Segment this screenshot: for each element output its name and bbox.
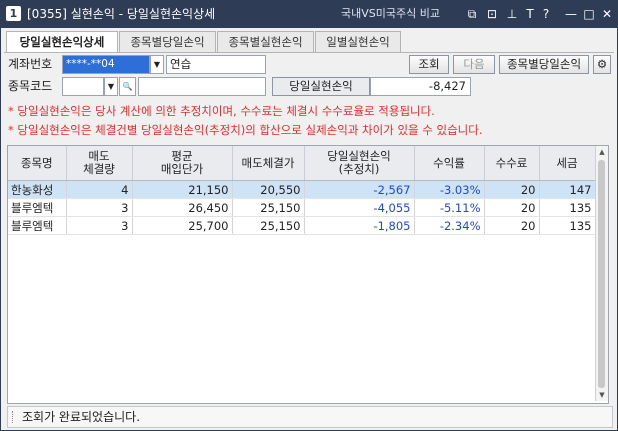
window-title: [0355] 실현손익 - 당일실현손익상세 bbox=[27, 7, 216, 21]
scroll-up-icon[interactable]: ▲ bbox=[596, 146, 608, 158]
grip-icon bbox=[12, 411, 16, 423]
stock-code-input[interactable] bbox=[62, 77, 104, 96]
col-header-sell-price[interactable]: 매도체결가 bbox=[232, 146, 305, 181]
tab-daily-realized-pl[interactable]: 일별실현손익 bbox=[315, 31, 401, 52]
next-button[interactable]: 다음 bbox=[453, 55, 495, 74]
vertical-scrollbar[interactable]: ▲ ▼ bbox=[595, 146, 608, 401]
compare-label[interactable]: 국내VS미국주식 비교 bbox=[341, 6, 440, 22]
table-row[interactable]: 블루엠텍 3 26,450 25,150 -4,055 -5.11% 20 13… bbox=[8, 198, 596, 217]
cell-item: 블루엠텍 bbox=[8, 198, 67, 217]
cell-return: -5.11% bbox=[414, 198, 485, 217]
status-text: 조회가 완료되었습니다. bbox=[22, 410, 141, 424]
search-icon[interactable]: 🔍 bbox=[119, 77, 136, 96]
window-number-badge: 1 bbox=[6, 6, 21, 21]
scroll-down-icon[interactable]: ▼ bbox=[596, 389, 608, 401]
cell-tax: 135 bbox=[539, 216, 596, 235]
content-panel: 계좌번호 ****-**04 ▼ 연습 조회 다음 종목별당일손익 ⚙ 종목코드… bbox=[4, 52, 614, 429]
realized-pl-grid[interactable]: 종목명 매도 체결량 평균 매입단가 매도체결가 당일실현손익 (추정치) 수익률 수… bbox=[7, 145, 609, 404]
table-row[interactable]: 한농화성 4 21,150 20,550 -2,567 -3.03% 20 14… bbox=[8, 180, 596, 199]
status-bar: 조회가 완료되었습니다. bbox=[7, 406, 613, 428]
col-header-realized-pl[interactable]: 당일실현손익 (추정치) bbox=[304, 146, 415, 181]
cell-fee: 20 bbox=[484, 198, 540, 217]
cell-realized-pl: -2,567 bbox=[304, 180, 415, 199]
cell-sell-price: 20,550 bbox=[232, 180, 305, 199]
font-size-icon[interactable]: T bbox=[522, 6, 538, 22]
cell-fee: 20 bbox=[484, 216, 540, 235]
daily-realized-pl-label: 당일실현손익 bbox=[272, 77, 370, 96]
cell-avg-price: 26,450 bbox=[132, 198, 233, 217]
cell-sell-qty: 3 bbox=[66, 216, 133, 235]
close-icon[interactable]: ✕ bbox=[599, 6, 615, 22]
realized-pl-table: 종목명 매도 체결량 평균 매입단가 매도체결가 당일실현손익 (추정치) 수익률 수… bbox=[8, 146, 596, 235]
col-header-sell-qty[interactable]: 매도 체결량 bbox=[66, 146, 133, 181]
table-header-row: 종목명 매도 체결량 평균 매입단가 매도체결가 당일실현손익 (추정치) 수익률 수… bbox=[8, 146, 596, 181]
col-header-avg-price[interactable]: 평균 매입단가 bbox=[132, 146, 233, 181]
daily-realized-pl-value: -8,427 bbox=[370, 77, 471, 96]
account-number-field[interactable]: ****-**04 bbox=[62, 55, 150, 74]
col-header-fee[interactable]: 수수료 bbox=[484, 146, 540, 181]
account-label: 계좌번호 bbox=[8, 57, 53, 71]
main-window: 1 [0355] 실현손익 - 당일실현손익상세 국내VS미국주식 비교 ⧉ ⊡… bbox=[0, 0, 618, 431]
cell-return: -3.03% bbox=[414, 180, 485, 199]
cell-tax: 147 bbox=[539, 180, 596, 199]
help-icon[interactable]: ? bbox=[538, 6, 554, 22]
code-label: 종목코드 bbox=[8, 79, 53, 93]
cell-sell-price: 25,150 bbox=[232, 198, 305, 217]
account-name-field: 연습 bbox=[166, 55, 266, 74]
query-button[interactable]: 조회 bbox=[409, 55, 449, 74]
title-bar[interactable]: 1 [0355] 실현손익 - 당일실현손익상세 국내VS미국주식 비교 ⧉ ⊡… bbox=[1, 1, 617, 28]
cell-realized-pl: -4,055 bbox=[304, 198, 415, 217]
notice-line-2: * 당일실현손익은 체결건별 당일실현손익(추정치)의 합산으로 실제손익과 차… bbox=[8, 123, 483, 137]
code-dropdown-chevron-down-icon[interactable]: ▼ bbox=[104, 77, 118, 96]
cell-sell-price: 25,150 bbox=[232, 216, 305, 235]
cell-item: 블루엠텍 bbox=[8, 216, 67, 235]
link-icon[interactable]: ⧉ bbox=[464, 6, 480, 22]
stock-name-field bbox=[138, 77, 266, 96]
tab-item-realized-pl[interactable]: 종목별실현손익 bbox=[217, 31, 314, 52]
col-header-item[interactable]: 종목명 bbox=[8, 146, 67, 181]
scrollbar-thumb[interactable] bbox=[598, 160, 605, 388]
account-dropdown-chevron-down-icon[interactable]: ▼ bbox=[150, 55, 164, 74]
cell-realized-pl: -1,805 bbox=[304, 216, 415, 235]
cell-sell-qty: 4 bbox=[66, 180, 133, 199]
col-header-tax[interactable]: 세금 bbox=[539, 146, 596, 181]
tab-item-daily-pl[interactable]: 종목별당일손익 bbox=[119, 31, 216, 52]
col-header-return[interactable]: 수익률 bbox=[414, 146, 485, 181]
settings-gear-icon[interactable]: ⚙ bbox=[593, 55, 611, 74]
cell-return: -2.34% bbox=[414, 216, 485, 235]
notice-line-1: * 당일실현손익은 당사 계산에 의한 추정치이며, 수수료는 체결시 수수료율… bbox=[8, 104, 435, 118]
pin-icon[interactable]: ⊥ bbox=[504, 6, 520, 22]
cell-item: 한농화성 bbox=[8, 180, 67, 199]
table-row[interactable]: 블루엠텍 3 25,700 25,150 -1,805 -2.34% 20 13… bbox=[8, 216, 596, 235]
tab-daily-realized-detail[interactable]: 당일실현손익상세 bbox=[6, 31, 118, 53]
cell-sell-qty: 3 bbox=[66, 198, 133, 217]
minimize-icon[interactable]: — bbox=[563, 6, 579, 22]
cell-avg-price: 25,700 bbox=[132, 216, 233, 235]
copy-window-icon[interactable]: ⊡ bbox=[484, 6, 500, 22]
cell-tax: 135 bbox=[539, 198, 596, 217]
cell-avg-price: 21,150 bbox=[132, 180, 233, 199]
cell-fee: 20 bbox=[484, 180, 540, 199]
item-daily-pl-button[interactable]: 종목별당일손익 bbox=[499, 55, 589, 74]
maximize-icon[interactable]: □ bbox=[581, 6, 597, 22]
